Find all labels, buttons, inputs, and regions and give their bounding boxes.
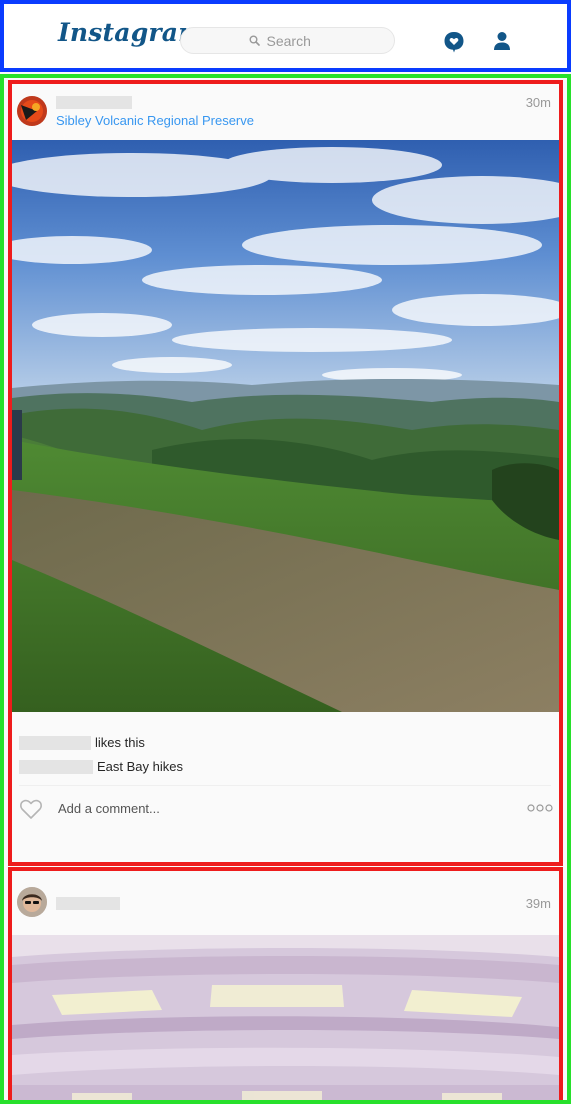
feed: Sibley Volcanic Regional Preserve 30m li… (0, 74, 571, 1104)
location-link[interactable]: Sibley Volcanic Regional Preserve (56, 113, 254, 128)
post-card: Sibley Volcanic Regional Preserve 30m li… (8, 80, 563, 866)
liker-redacted (19, 735, 91, 750)
caption-text: East Bay hikes (97, 759, 183, 774)
top-navbar: Instagram (0, 0, 571, 72)
author-redacted (19, 759, 93, 774)
search-box[interactable] (180, 27, 395, 54)
post-photo[interactable] (12, 935, 559, 1100)
username-redacted (56, 897, 120, 910)
post-photo[interactable] (12, 140, 559, 712)
divider (19, 785, 551, 786)
post-time: 39m (525, 896, 551, 911)
user-avatar[interactable] (17, 96, 47, 126)
heart-icon[interactable] (19, 798, 43, 820)
post-time: 30m (525, 95, 551, 110)
username-redacted (56, 96, 132, 109)
profile-icon[interactable] (492, 31, 512, 51)
search-input[interactable] (264, 31, 327, 50)
comment-input[interactable] (56, 800, 440, 817)
likes-line: likes this (19, 735, 145, 750)
activity-icon[interactable] (442, 31, 466, 53)
post-card: 39m (8, 867, 563, 1100)
caption-line: East Bay hikes (19, 759, 183, 774)
search-icon (249, 35, 260, 46)
user-avatar[interactable] (17, 887, 47, 917)
more-options-icon[interactable] (527, 804, 553, 812)
likes-text: likes this (95, 735, 145, 750)
